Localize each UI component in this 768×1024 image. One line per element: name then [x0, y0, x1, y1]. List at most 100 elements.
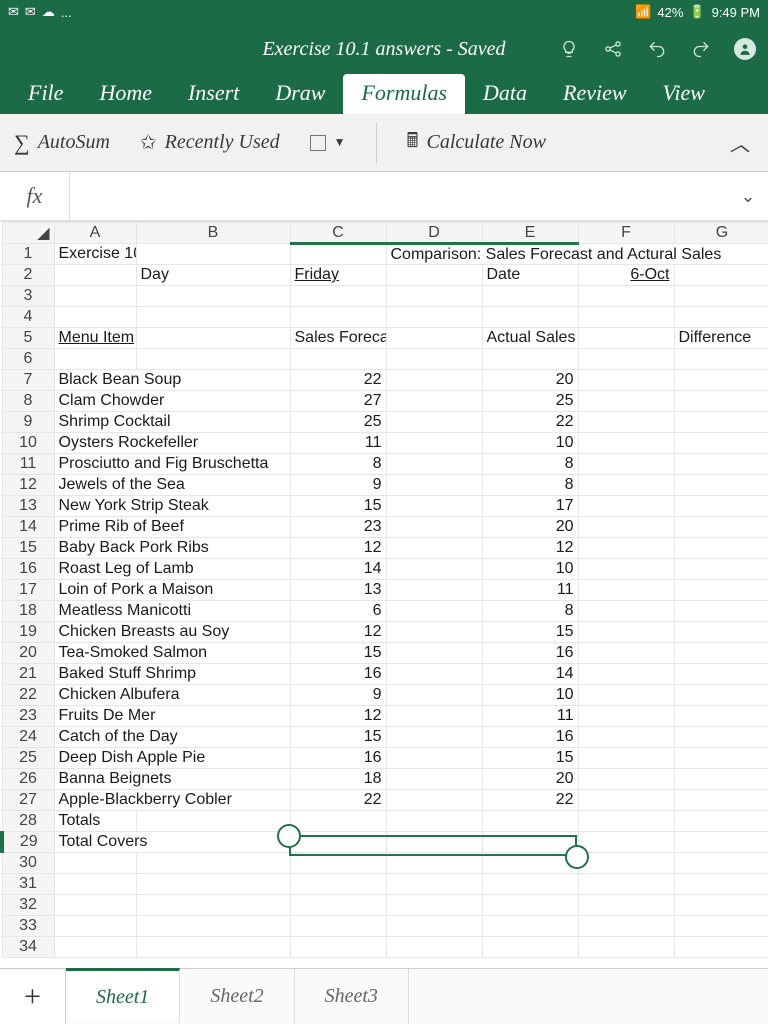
row-header-5[interactable]: 5 [2, 328, 54, 349]
cell-F9[interactable] [578, 412, 674, 433]
cell-G33[interactable] [674, 916, 768, 937]
cell-E24[interactable]: 16 [482, 727, 578, 748]
cell-G11[interactable] [674, 454, 768, 475]
cell-C20[interactable]: 15 [290, 643, 386, 664]
cell-D12[interactable] [386, 475, 482, 496]
cell-F12[interactable] [578, 475, 674, 496]
cell-G25[interactable] [674, 748, 768, 769]
row-header-31[interactable]: 31 [2, 874, 54, 895]
cell-C16[interactable]: 14 [290, 559, 386, 580]
cell-A17[interactable]: Loin of Pork a Maison [54, 580, 290, 601]
cell-C23[interactable]: 12 [290, 706, 386, 727]
cell-B6[interactable] [136, 349, 290, 370]
cell-F19[interactable] [578, 622, 674, 643]
share-icon[interactable] [602, 38, 624, 60]
add-sheet-button[interactable]: + [0, 969, 66, 1024]
row-header-16[interactable]: 16 [2, 559, 54, 580]
cell-D8[interactable] [386, 391, 482, 412]
collapse-ribbon-icon[interactable]: ︿ [730, 128, 750, 157]
cell-F21[interactable] [578, 664, 674, 685]
cell-A32[interactable] [54, 895, 136, 916]
cell-C24[interactable]: 15 [290, 727, 386, 748]
cell-G9[interactable] [674, 412, 768, 433]
cell-F7[interactable] [578, 370, 674, 391]
cell-A30[interactable] [54, 853, 136, 874]
cell-A31[interactable] [54, 874, 136, 895]
cell-D34[interactable] [386, 937, 482, 958]
row-header-25[interactable]: 25 [2, 748, 54, 769]
recently-used-button[interactable]: ✩ Recently Used [140, 130, 280, 155]
cell-D27[interactable] [386, 790, 482, 811]
cell-E7[interactable]: 20 [482, 370, 578, 391]
cell-E20[interactable]: 16 [482, 643, 578, 664]
row-header-13[interactable]: 13 [2, 496, 54, 517]
cell-F6[interactable] [578, 349, 674, 370]
cell-A10[interactable]: Oysters Rockefeller [54, 433, 290, 454]
cell-A4[interactable] [54, 307, 136, 328]
cell-C2[interactable]: Friday [290, 265, 386, 286]
cell-A25[interactable]: Deep Dish Apple Pie [54, 748, 290, 769]
cell-C15[interactable]: 12 [290, 538, 386, 559]
cell-A3[interactable] [54, 286, 136, 307]
col-header-B[interactable]: B [136, 223, 290, 244]
cell-D28[interactable] [386, 811, 482, 832]
row-header-12[interactable]: 12 [2, 475, 54, 496]
cell-D10[interactable] [386, 433, 482, 454]
cell-F2[interactable]: 6-Oct [578, 265, 674, 286]
row-header-10[interactable]: 10 [2, 433, 54, 454]
cell-B30[interactable] [136, 853, 290, 874]
cell-C7[interactable]: 22 [290, 370, 386, 391]
cell-A6[interactable] [54, 349, 136, 370]
col-header-D[interactable]: D [386, 223, 482, 244]
expand-formula-icon[interactable]: ⌄ [728, 186, 768, 207]
tab-home[interactable]: Home [81, 74, 170, 114]
cell-C30[interactable] [290, 853, 386, 874]
cell-B3[interactable] [136, 286, 290, 307]
cell-E4[interactable] [482, 307, 578, 328]
cell-A8[interactable]: Clam Chowder [54, 391, 290, 412]
cell-F14[interactable] [578, 517, 674, 538]
cell-G22[interactable] [674, 685, 768, 706]
calculate-now-button[interactable]: 🖩 Calculate Now [407, 126, 546, 160]
cell-A2[interactable] [54, 265, 136, 286]
autosum-button[interactable]: ∑ AutoSum [14, 130, 110, 156]
cell-C8[interactable]: 27 [290, 391, 386, 412]
cell-E2[interactable]: Date [482, 265, 578, 286]
cell-C21[interactable]: 16 [290, 664, 386, 685]
cell-B31[interactable] [136, 874, 290, 895]
cell-C28[interactable] [290, 811, 386, 832]
cell-C29[interactable] [290, 832, 386, 853]
cell-E26[interactable]: 20 [482, 769, 578, 790]
cell-F34[interactable] [578, 937, 674, 958]
cell-D13[interactable] [386, 496, 482, 517]
cell-D17[interactable] [386, 580, 482, 601]
col-header-E[interactable]: E [482, 223, 578, 244]
cell-G14[interactable] [674, 517, 768, 538]
cell-D30[interactable] [386, 853, 482, 874]
cell-E31[interactable] [482, 874, 578, 895]
cell-D26[interactable] [386, 769, 482, 790]
cell-G20[interactable] [674, 643, 768, 664]
cell-F23[interactable] [578, 706, 674, 727]
cell-A26[interactable]: Banna Beignets [54, 769, 290, 790]
cell-E5[interactable]: Actual Sales [482, 328, 578, 349]
cell-A5[interactable]: Menu Item [54, 328, 136, 349]
row-header-20[interactable]: 20 [2, 643, 54, 664]
cell-C19[interactable]: 12 [290, 622, 386, 643]
select-all-corner[interactable]: ◢ [2, 223, 54, 244]
cell-C13[interactable]: 15 [290, 496, 386, 517]
cell-C1[interactable] [290, 244, 386, 265]
cell-C4[interactable] [290, 307, 386, 328]
tab-review[interactable]: Review [545, 74, 645, 114]
cell-E8[interactable]: 25 [482, 391, 578, 412]
cell-F25[interactable] [578, 748, 674, 769]
row-header-21[interactable]: 21 [2, 664, 54, 685]
cell-E34[interactable] [482, 937, 578, 958]
cell-G12[interactable] [674, 475, 768, 496]
row-header-1[interactable]: 1 [2, 244, 54, 265]
cell-G16[interactable] [674, 559, 768, 580]
cell-B32[interactable] [136, 895, 290, 916]
cell-C26[interactable]: 18 [290, 769, 386, 790]
cell-G8[interactable] [674, 391, 768, 412]
row-header-6[interactable]: 6 [2, 349, 54, 370]
